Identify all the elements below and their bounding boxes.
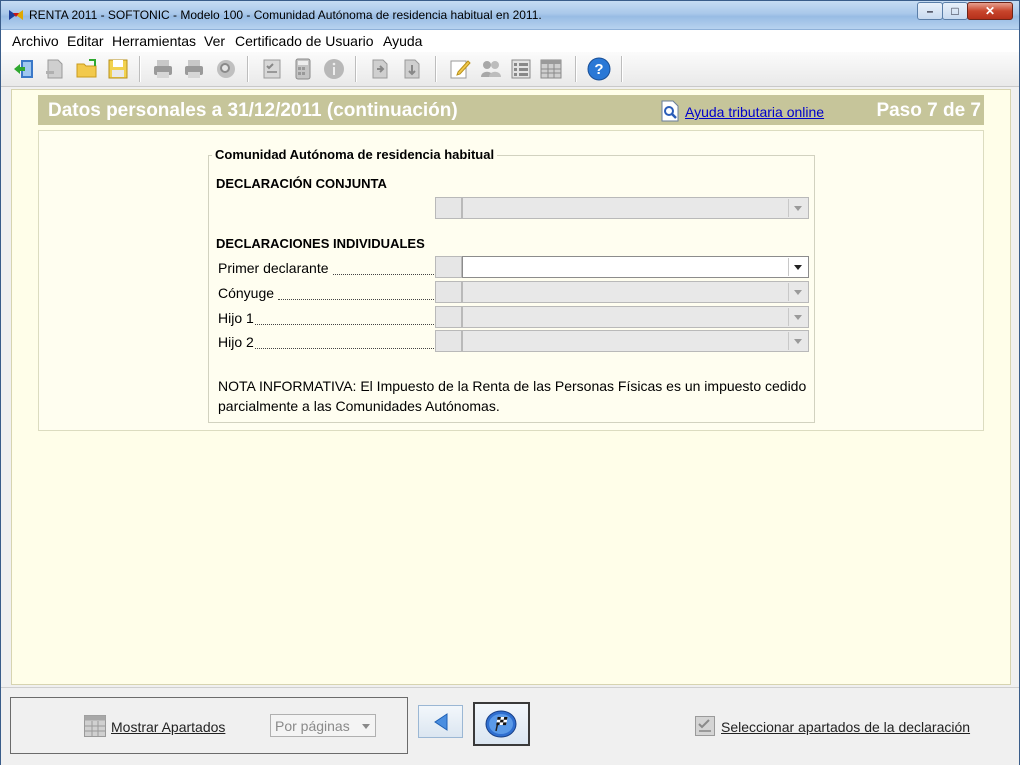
previous-step-button[interactable] bbox=[418, 705, 463, 738]
window-title: RENTA 2011 - SOFTONIC - Modelo 100 - Com… bbox=[29, 8, 542, 22]
form-panel: Comunidad Autónoma de residencia habitua… bbox=[38, 130, 984, 431]
menu-ayuda[interactable]: Ayuda bbox=[383, 33, 422, 49]
primer-declarante-code-field[interactable] bbox=[435, 256, 462, 278]
search-icon[interactable] bbox=[214, 57, 238, 81]
users-icon[interactable] bbox=[479, 57, 503, 81]
step-indicator: Paso 7 de 7 bbox=[876, 100, 981, 121]
menu-bar: Archivo Editar Herramientas Ver Certific… bbox=[1, 30, 1019, 53]
joint-community-select[interactable] bbox=[462, 197, 809, 219]
print-preview-icon[interactable] bbox=[182, 57, 206, 81]
close-button[interactable]: ✕ bbox=[967, 2, 1013, 20]
info-icon[interactable] bbox=[322, 57, 346, 81]
menu-herramientas[interactable]: Herramientas bbox=[112, 33, 196, 49]
residence-group: Comunidad Autónoma de residencia habitua… bbox=[208, 147, 815, 423]
view-mode-select[interactable]: Por páginas bbox=[270, 714, 376, 737]
list-icon[interactable] bbox=[509, 57, 533, 81]
toolbar-separator bbox=[435, 56, 437, 82]
section-header: Datos personales a 31/12/2011 (continuac… bbox=[38, 95, 984, 125]
print-icon[interactable] bbox=[151, 57, 175, 81]
show-sections-link[interactable]: Mostrar Apartados bbox=[111, 719, 225, 735]
finish-button[interactable] bbox=[473, 702, 530, 746]
calculator-icon[interactable] bbox=[291, 57, 315, 81]
toolbar-separator bbox=[355, 56, 357, 82]
minimize-icon: – bbox=[926, 4, 934, 18]
row-label-hijo-1: Hijo 1 bbox=[218, 310, 254, 326]
select-sections-link[interactable]: Seleccionar apartados de la declaración bbox=[721, 719, 970, 735]
save-icon[interactable] bbox=[106, 57, 130, 81]
joint-section-label: DECLARACIÓN CONJUNTA bbox=[216, 176, 387, 191]
help-link[interactable]: Ayuda tributaria online bbox=[685, 104, 824, 120]
conyuge-code-field[interactable] bbox=[435, 281, 462, 303]
individual-section-label: DECLARACIONES INDIVIDUALES bbox=[216, 236, 425, 251]
edit-icon[interactable] bbox=[448, 57, 472, 81]
close-icon: ✕ bbox=[984, 4, 996, 18]
row-label-conyuge: Cónyuge bbox=[218, 285, 275, 301]
maximize-button[interactable]: □ bbox=[942, 2, 968, 20]
checkered-flag-icon bbox=[485, 710, 517, 738]
export-icon[interactable] bbox=[368, 57, 392, 81]
menu-editar[interactable]: Editar bbox=[67, 33, 104, 49]
view-options: Mostrar Apartados Por páginas bbox=[10, 697, 408, 754]
toolbar-separator bbox=[247, 56, 249, 82]
window-controls: – □ ✕ bbox=[917, 2, 1013, 21]
hijo-2-code-field[interactable] bbox=[435, 330, 462, 352]
toolbar-separator bbox=[139, 56, 141, 82]
menu-certificado[interactable]: Certificado de Usuario bbox=[235, 33, 374, 49]
svg-text:?: ? bbox=[594, 61, 603, 78]
dotted-leader bbox=[333, 274, 434, 275]
view-mode-value: Por páginas bbox=[275, 718, 350, 734]
app-logo-icon bbox=[9, 10, 23, 20]
help-icon[interactable]: ? bbox=[587, 57, 611, 81]
joint-code-field[interactable] bbox=[435, 197, 462, 219]
chevron-down-icon bbox=[362, 724, 370, 729]
hijo-1-select[interactable] bbox=[462, 306, 809, 328]
toolbar-separator bbox=[621, 56, 623, 82]
row-label-hijo-2: Hijo 2 bbox=[218, 334, 254, 350]
menu-archivo[interactable]: Archivo bbox=[12, 33, 59, 49]
exit-icon[interactable] bbox=[12, 57, 36, 81]
arrow-left-icon bbox=[434, 713, 448, 731]
menu-ver[interactable]: Ver bbox=[204, 33, 225, 49]
main-content: Datos personales a 31/12/2011 (continuac… bbox=[11, 89, 1011, 685]
toolbar-separator bbox=[575, 56, 577, 82]
open-folder-icon[interactable] bbox=[75, 57, 99, 81]
dotted-leader bbox=[255, 348, 434, 349]
checklist-icon[interactable] bbox=[260, 57, 284, 81]
dotted-leader bbox=[255, 324, 434, 325]
hijo-2-select[interactable] bbox=[462, 330, 809, 352]
conyuge-select[interactable] bbox=[462, 281, 809, 303]
chevron-down-icon bbox=[788, 308, 807, 326]
import-icon[interactable] bbox=[400, 57, 424, 81]
group-title: Comunidad Autónoma de residencia habitua… bbox=[212, 147, 498, 162]
title-bar: RENTA 2011 - SOFTONIC - Modelo 100 - Com… bbox=[1, 1, 1019, 30]
grid-icon[interactable] bbox=[539, 57, 563, 81]
chevron-down-icon bbox=[788, 258, 807, 276]
chevron-down-icon bbox=[788, 199, 807, 217]
help-search-icon[interactable] bbox=[660, 100, 680, 122]
sections-grid-icon[interactable] bbox=[84, 715, 106, 737]
minimize-button[interactable]: – bbox=[917, 2, 943, 20]
chevron-down-icon bbox=[788, 283, 807, 301]
checklist-icon[interactable] bbox=[695, 716, 715, 736]
dotted-leader bbox=[278, 299, 434, 300]
primer-declarante-select[interactable] bbox=[462, 256, 809, 278]
row-label-primer-declarante: Primer declarante bbox=[218, 260, 329, 276]
application-window: RENTA 2011 - SOFTONIC - Modelo 100 - Com… bbox=[0, 0, 1020, 765]
maximize-icon: □ bbox=[951, 4, 959, 18]
bottom-bar: Mostrar Apartados Por páginas Selecciona… bbox=[1, 687, 1019, 765]
chevron-down-icon bbox=[788, 332, 807, 350]
toolbar: ? bbox=[1, 52, 1019, 87]
info-note: NOTA INFORMATIVA: El Impuesto de la Rent… bbox=[218, 378, 807, 414]
new-icon[interactable] bbox=[43, 57, 67, 81]
hijo-1-code-field[interactable] bbox=[435, 306, 462, 328]
page-title: Datos personales a 31/12/2011 (continuac… bbox=[48, 100, 458, 121]
